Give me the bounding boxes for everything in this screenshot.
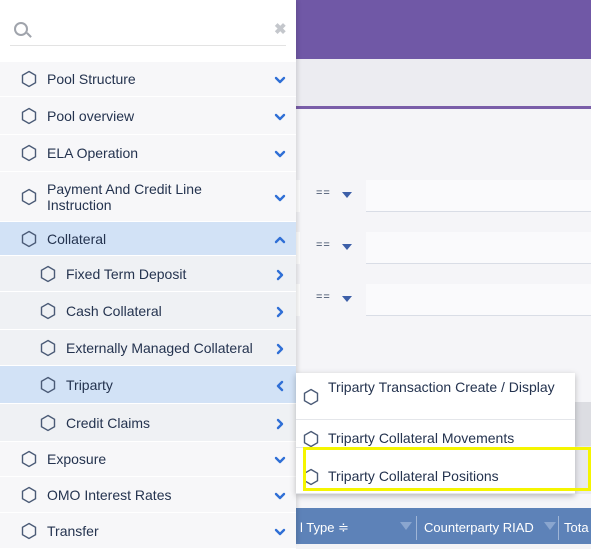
- filter-operator[interactable]: ==: [316, 291, 331, 303]
- sidebar-item-label: Credit Claims: [66, 414, 151, 431]
- table-header: l Type ≑ Counterparty RIAD Tota: [296, 508, 591, 544]
- chevron-right-icon[interactable]: [274, 305, 286, 317]
- submenu-item-label: Triparty Transaction Create / Display: [328, 379, 555, 395]
- sidebar-item-credit-claims[interactable]: Credit Claims: [0, 404, 296, 442]
- sidebar-item-externally-managed-collateral[interactable]: Externally Managed Collateral: [0, 330, 296, 366]
- column-separator: [558, 516, 559, 540]
- filter-edge: [296, 232, 300, 264]
- sidebar-item-label: Triparty: [66, 376, 113, 393]
- sidebar-item-label: Fixed Term Deposit: [66, 265, 187, 282]
- filter-operator[interactable]: ==: [316, 187, 331, 199]
- filter-value-field[interactable]: [366, 284, 591, 316]
- filter-row: ==: [296, 284, 591, 316]
- sidebar-item-label: ELA Operation: [47, 145, 139, 161]
- filter-value-field[interactable]: [366, 232, 591, 264]
- search-icon: [14, 22, 28, 36]
- caret-down-icon[interactable]: [342, 192, 352, 198]
- sidebar-item-exposure[interactable]: Exposure: [0, 442, 296, 477]
- chevron-down-icon[interactable]: [274, 525, 286, 537]
- column-header[interactable]: Counterparty RIAD: [424, 508, 534, 544]
- sidebar-item-label: Exposure: [47, 451, 107, 467]
- hexagon-icon: [39, 339, 57, 357]
- sidebar-item-label: Payment And Credit Line Instruction: [47, 180, 202, 213]
- column-header[interactable]: Tota: [564, 508, 589, 544]
- sidebar-item-payment-credit-line[interactable]: Payment And Credit Line Instruction: [0, 172, 296, 222]
- chevron-down-icon[interactable]: [274, 147, 286, 159]
- highlight-box: [303, 447, 591, 491]
- hexagon-icon: [39, 376, 57, 394]
- chevron-down-icon[interactable]: [274, 110, 286, 122]
- close-icon[interactable]: ✖: [274, 20, 287, 38]
- chevron-right-icon[interactable]: [274, 268, 286, 280]
- chevron-up-icon[interactable]: [274, 233, 286, 245]
- sidebar-item-label: Cash Collateral: [66, 302, 162, 319]
- sidebar-item-cash-collateral[interactable]: Cash Collateral: [0, 292, 296, 330]
- sidebar-menu: ✖ Pool Structure Pool overview ELA Operati…: [0, 0, 296, 549]
- sidebar-item-pool-overview[interactable]: Pool overview: [0, 97, 296, 135]
- sidebar-item-omo-interest-rates[interactable]: OMO Interest Rates: [0, 477, 296, 513]
- sidebar-item-fixed-term-deposit[interactable]: Fixed Term Deposit: [0, 256, 296, 292]
- filter-funnel-icon[interactable]: [544, 522, 556, 530]
- chevron-left-icon[interactable]: [274, 379, 286, 391]
- hexagon-icon: [20, 107, 38, 125]
- hexagon-icon: [39, 302, 57, 320]
- filter-edge: [296, 180, 300, 212]
- filter-row: ==: [296, 232, 591, 264]
- chevron-right-icon[interactable]: [274, 417, 286, 429]
- sidebar-item-label: Transfer: [47, 522, 99, 539]
- hexagon-icon: [20, 486, 38, 504]
- hexagon-icon: [20, 70, 38, 88]
- search-bar: ✖: [0, 0, 296, 62]
- chevron-right-icon[interactable]: [274, 342, 286, 354]
- sidebar-item-label: Pool Structure: [47, 71, 136, 87]
- chevron-down-icon[interactable]: [274, 453, 286, 465]
- chevron-down-icon[interactable]: [274, 73, 286, 85]
- sidebar-item-label: Collateral: [47, 230, 107, 247]
- hexagon-icon: [20, 522, 38, 540]
- column-separator: [416, 516, 417, 540]
- chevron-down-icon[interactable]: [274, 191, 286, 203]
- hexagon-icon: [20, 230, 38, 248]
- column-header[interactable]: l Type ≑: [300, 508, 349, 544]
- sidebar-item-pool-structure[interactable]: Pool Structure: [0, 62, 296, 97]
- sidebar-item-label: Externally Managed Collateral: [66, 339, 253, 356]
- sidebar-item-label: Pool overview: [47, 107, 135, 124]
- sidebar-item-label: OMO Interest Rates: [47, 486, 172, 503]
- hexagon-icon: [20, 450, 38, 468]
- filter-operator[interactable]: ==: [316, 239, 331, 251]
- hexagon-icon: [20, 144, 38, 162]
- filter-row: ==: [296, 180, 591, 212]
- submenu-item-triparty-transaction[interactable]: Triparty Transaction Create / Display: [296, 373, 575, 420]
- caret-down-icon[interactable]: [342, 244, 352, 250]
- submenu-item-label: Triparty Collateral Movements: [328, 430, 515, 446]
- hexagon-icon: [302, 430, 320, 447]
- filter-funnel-icon[interactable]: [400, 522, 412, 530]
- submenu-item-triparty-collateral-movements[interactable]: Triparty Collateral Movements: [296, 420, 575, 448]
- sidebar-item-collateral[interactable]: Collateral: [0, 222, 296, 256]
- search-input[interactable]: [10, 12, 286, 46]
- hexagon-icon: [302, 388, 320, 406]
- caret-down-icon[interactable]: [342, 296, 352, 302]
- filter-value-field[interactable]: [366, 180, 591, 212]
- filter-edge: [296, 284, 300, 316]
- sidebar-item-triparty[interactable]: Triparty: [0, 366, 296, 404]
- hexagon-icon: [39, 265, 57, 283]
- hexagon-icon: [20, 188, 38, 206]
- sidebar-item-ela-operation[interactable]: ELA Operation: [0, 135, 296, 172]
- chevron-down-icon[interactable]: [274, 489, 286, 501]
- hexagon-icon: [39, 414, 57, 432]
